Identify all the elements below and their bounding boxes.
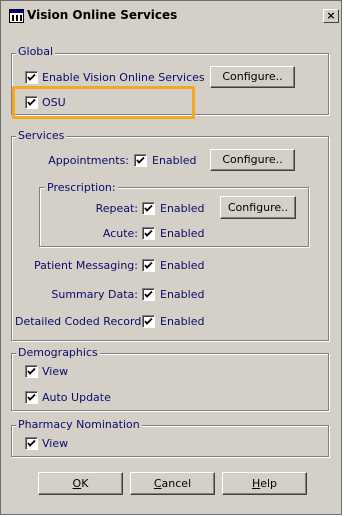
osu-checkbox[interactable]	[25, 96, 38, 109]
close-button[interactable]: ×	[323, 9, 339, 23]
help-mnemonic: H	[251, 477, 261, 490]
detailed-coded-record-enabled-label: Enabled	[160, 315, 205, 328]
prescription-legend: Prescription:	[45, 181, 118, 194]
auto-update-checkbox[interactable]	[25, 391, 38, 404]
detailed-coded-record-label: Detailed Coded Record:	[15, 315, 146, 328]
checkmark-icon	[27, 393, 36, 401]
acute-label: Acute:	[102, 227, 138, 240]
pharmacy-nomination-legend: Pharmacy Nomination	[16, 418, 142, 431]
enable-vos-label: Enable Vision Online Services	[42, 71, 205, 84]
prescription-configure-button[interactable]: Configure..	[220, 196, 296, 219]
patient-messaging-enabled-label: Enabled	[160, 259, 205, 272]
checkmark-icon	[144, 317, 153, 325]
pharmacy-view-label: View	[42, 437, 69, 450]
cancel-mnemonic: C	[153, 477, 162, 490]
services-legend: Services	[16, 129, 67, 142]
osu-highlight-box	[12, 86, 195, 119]
repeat-label: Repeat:	[95, 202, 138, 215]
ok-button[interactable]: OK	[38, 472, 123, 495]
repeat-checkbox[interactable]	[142, 202, 155, 215]
checkmark-icon	[27, 367, 36, 375]
global-legend: Global	[16, 45, 56, 58]
appointments-enabled-label: Enabled	[152, 154, 197, 167]
cancel-button[interactable]: Cancel	[130, 472, 215, 495]
checkmark-icon	[136, 156, 145, 164]
detailed-coded-record-checkbox[interactable]	[142, 315, 155, 328]
help-button[interactable]: Help	[222, 472, 307, 495]
checkmark-icon	[27, 439, 36, 447]
patient-messaging-label: Patient Messaging:	[34, 259, 138, 272]
cancel-label-rest: ancel	[161, 477, 192, 490]
checkmark-icon	[144, 290, 153, 298]
demographics-view-label: View	[42, 365, 69, 378]
window-title: Vision Online Services	[27, 8, 178, 22]
dialog-window: Vision Online Services × Global Enable V…	[0, 0, 342, 515]
auto-update-label: Auto Update	[42, 391, 111, 404]
acute-checkbox[interactable]	[142, 227, 155, 240]
acute-enabled-label: Enabled	[160, 227, 205, 240]
summary-data-checkbox[interactable]	[142, 288, 155, 301]
appointments-configure-button[interactable]: Configure..	[210, 149, 295, 171]
summary-data-enabled-label: Enabled	[160, 288, 205, 301]
ok-mnemonic: O	[72, 477, 82, 490]
help-label-rest: elp	[260, 477, 278, 490]
title-bar[interactable]: Vision Online Services ×	[3, 3, 341, 26]
checkmark-icon	[144, 204, 153, 212]
osu-label: OSU	[42, 96, 66, 109]
app-window-icon	[9, 9, 24, 23]
appointments-label: Appointments:	[48, 154, 129, 167]
checkmark-icon	[27, 98, 36, 106]
pharmacy-view-checkbox[interactable]	[25, 437, 38, 450]
patient-messaging-checkbox[interactable]	[142, 259, 155, 272]
demographics-view-checkbox[interactable]	[25, 365, 38, 378]
demographics-legend: Demographics	[16, 346, 100, 359]
summary-data-label: Summary Data:	[51, 288, 138, 301]
ok-label-rest: K	[81, 477, 89, 490]
checkmark-icon	[144, 261, 153, 269]
repeat-enabled-label: Enabled	[160, 202, 205, 215]
global-configure-button[interactable]: Configure..	[210, 66, 295, 88]
checkmark-icon	[27, 73, 36, 81]
checkmark-icon	[144, 229, 153, 237]
appointments-checkbox[interactable]	[134, 154, 147, 167]
close-icon: ×	[326, 9, 336, 22]
enable-vos-checkbox[interactable]	[25, 71, 38, 84]
